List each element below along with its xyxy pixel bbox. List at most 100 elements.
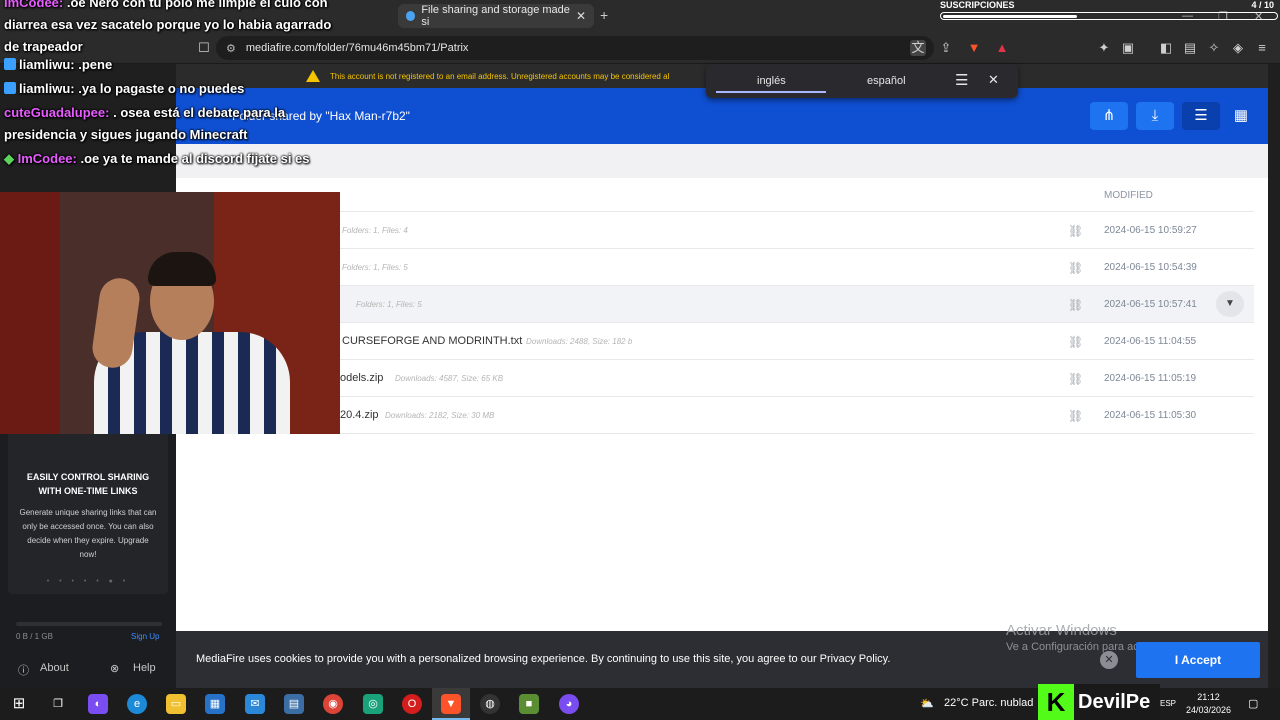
- copilot-icon[interactable]: ◐: [88, 694, 108, 714]
- store-icon[interactable]: ▦: [205, 694, 225, 714]
- app-icon[interactable]: ◎: [363, 694, 383, 714]
- badge-icon: [4, 58, 16, 70]
- promo-card[interactable]: EASILY CONTROL SHARING WITH ONE-TIME LIN…: [8, 434, 168, 594]
- accept-cookies-button[interactable]: I Accept: [1136, 642, 1260, 678]
- brave-icon[interactable]: ▼: [441, 694, 461, 714]
- mail-icon[interactable]: ✉: [245, 694, 265, 714]
- chat-user: ImCodee:: [4, 0, 64, 10]
- signup-link[interactable]: Sign Up: [131, 632, 159, 641]
- webcam-background: [0, 192, 68, 434]
- task-view-icon[interactable]: ❐: [48, 694, 68, 714]
- translate-icon[interactable]: 文: [910, 40, 926, 56]
- file-date: 2024-06-15 11:05:19: [1104, 373, 1197, 384]
- tab-close-icon[interactable]: ✕: [576, 9, 586, 23]
- copy-link-icon[interactable]: ⛓: [1068, 224, 1083, 238]
- notifications-icon[interactable]: ▢: [1248, 697, 1258, 710]
- leo-ai-icon[interactable]: ✧: [1206, 40, 1222, 56]
- share-button[interactable]: ⋔: [1090, 102, 1128, 130]
- kick-logo: K: [1038, 684, 1074, 720]
- brave-shields-icon[interactable]: ▼: [966, 40, 982, 56]
- chat-text: .ya lo pagaste o no puedes: [78, 81, 245, 96]
- minecraft-icon[interactable]: ■: [519, 694, 539, 714]
- translate-lang-to[interactable]: español: [867, 75, 906, 87]
- translate-lang-from[interactable]: inglés: [757, 75, 786, 87]
- copy-link-icon[interactable]: ⛓: [1068, 261, 1083, 275]
- file-meta: Downloads: 2182, Size: 30 MB: [385, 411, 495, 420]
- streamer-name: DevilPe: [1078, 691, 1151, 713]
- subs-label: SUSCRIPCIONES: [940, 0, 1015, 10]
- chat-message: liamliwu: .ya lo pagaste o no puedes: [4, 78, 340, 100]
- download-button[interactable]: ⤓: [1136, 102, 1174, 130]
- translate-menu-icon[interactable]: ☰: [955, 71, 968, 89]
- cookie-close-icon[interactable]: ✕: [1100, 651, 1118, 669]
- promo-text: Generate unique sharing links that can o…: [19, 508, 157, 559]
- tab-title: File sharing and storage made si: [421, 4, 570, 28]
- windows-start-icon[interactable]: ⊞: [9, 694, 29, 714]
- chat-message: ImCodee: .oe Nero con tu polo me limpie …: [4, 0, 340, 58]
- activate-windows-title: Activar Windows: [1006, 622, 1117, 639]
- file-name[interactable]: odels.zip: [340, 372, 383, 384]
- help-link[interactable]: Help: [133, 662, 156, 674]
- promo-title: EASILY CONTROL SHARING WITH ONE-TIME LIN…: [26, 472, 150, 496]
- subs-progress-bar: [940, 12, 1278, 20]
- wallet-icon[interactable]: ▣: [1120, 40, 1136, 56]
- copy-link-icon[interactable]: ⛓: [1068, 372, 1083, 386]
- new-tab-button[interactable]: +: [600, 7, 608, 23]
- vpn-icon[interactable]: ◈: [1230, 40, 1246, 56]
- promo-carousel-dots[interactable]: • • • • • ● •: [8, 578, 168, 585]
- diamond-icon: ◆: [4, 151, 14, 166]
- file-name[interactable]: CURSEFORGE AND MODRINTH.txt: [342, 335, 522, 347]
- mediafire-favicon-icon: [406, 11, 416, 21]
- about-icon[interactable]: ⓘ: [18, 662, 29, 678]
- file-date: 2024-06-15 10:59:27: [1104, 225, 1197, 236]
- opera-icon[interactable]: O: [402, 694, 422, 714]
- calculator-icon[interactable]: ▤: [284, 694, 304, 714]
- copy-link-icon[interactable]: ⛓: [1068, 409, 1083, 423]
- webcam-feed: [0, 192, 340, 434]
- cookie-text: MediaFire uses cookies to provide you wi…: [196, 653, 891, 665]
- file-date: 2024-06-15 11:05:30: [1104, 410, 1197, 421]
- translate-close-icon[interactable]: ✕: [988, 72, 999, 88]
- chat-message: liamliwu: .pene: [4, 54, 340, 76]
- edge-icon[interactable]: e: [127, 694, 147, 714]
- stream-chat: ImCodee: .oe Nero con tu polo me limpie …: [0, 0, 340, 192]
- obs-icon[interactable]: ◍: [480, 694, 500, 714]
- file-meta: Folders: 1, Files: 4: [342, 226, 408, 235]
- chat-text: .oe ya te mande al discord fijate si es: [80, 151, 310, 166]
- extensions-icon[interactable]: ✦: [1096, 40, 1112, 56]
- copy-link-icon[interactable]: ⛓: [1068, 298, 1083, 312]
- help-icon[interactable]: ⊗: [110, 662, 119, 675]
- chat-message: cuteGuadalupee: . osea está el debate pa…: [4, 102, 340, 146]
- badge-icon: [4, 82, 16, 94]
- sidebar-icon[interactable]: ◧: [1158, 40, 1174, 56]
- browser-tab-active[interactable]: File sharing and storage made si ✕: [398, 4, 594, 28]
- file-date: 2024-06-15 10:57:41: [1104, 299, 1197, 310]
- column-modified[interactable]: MODIFIED: [1104, 190, 1153, 201]
- kick-streamer-badge: K DevilPe: [1038, 684, 1160, 720]
- input-language[interactable]: ESP: [1160, 699, 1176, 708]
- chrome-icon[interactable]: ◉: [323, 694, 343, 714]
- weather-icon[interactable]: ⛅: [920, 697, 934, 710]
- chat-message: ◆ ImCodee: .oe ya te mande al discord fi…: [4, 148, 340, 170]
- weather-text[interactable]: 22°C Parc. nublad: [944, 697, 1033, 709]
- chat-user: ImCodee:: [17, 151, 77, 166]
- clock[interactable]: 21:12 24/03/2026: [1186, 691, 1231, 717]
- chat-text: .pene: [78, 57, 113, 72]
- file-date: 2024-06-15 11:04:55: [1104, 336, 1197, 347]
- copy-link-icon[interactable]: ⛓: [1068, 335, 1083, 349]
- grid-view-button[interactable]: ▦: [1222, 102, 1260, 130]
- brave-rewards-icon[interactable]: ▲: [994, 40, 1010, 56]
- about-link[interactable]: About: [40, 662, 69, 674]
- row-dropdown-icon[interactable]: ▼: [1216, 291, 1244, 317]
- share-page-icon[interactable]: ⇪: [938, 40, 954, 56]
- discord-icon[interactable]: ◕: [559, 694, 579, 714]
- list-view-button[interactable]: ☰: [1182, 102, 1220, 130]
- brave-wallet-icon[interactable]: ▤: [1182, 40, 1198, 56]
- file-meta: Folders: 1, Files: 5: [356, 300, 422, 309]
- file-meta: Folders: 1, Files: 5: [342, 263, 408, 272]
- file-name[interactable]: 20.4.zip: [340, 409, 379, 421]
- storage-text: 0 B / 1 GB: [16, 632, 53, 641]
- menu-icon[interactable]: ≡: [1254, 40, 1270, 56]
- subs-progress-fill: [943, 15, 1077, 18]
- file-explorer-icon[interactable]: ▭: [166, 694, 186, 714]
